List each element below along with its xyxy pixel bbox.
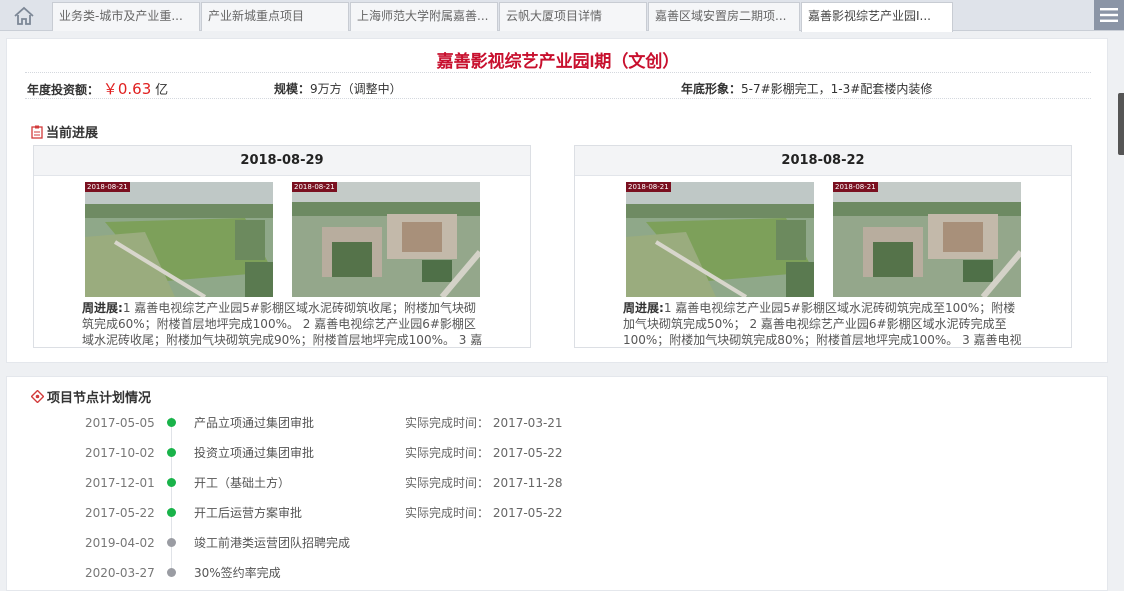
weekly-progress-label: 周进展:: [623, 301, 664, 315]
menu-button-overlay[interactable]: [1094, 0, 1124, 30]
tab-label: 云帆大厦项目详情: [506, 9, 603, 23]
investment-unit: 亿: [155, 83, 169, 98]
site-photo[interactable]: 2018-08-21: [833, 182, 1021, 297]
tab-bar: 业务类-城市及产业重... 产业新城重点项目 上海师范大学附属嘉善... 云帆大…: [0, 0, 1124, 32]
photo-timestamp: 2018-08-21: [626, 182, 671, 192]
tab-yunfan-tower[interactable]: 云帆大厦项目详情: [499, 2, 647, 31]
progress-card-date: 2018-08-22: [575, 146, 1071, 176]
node-done-dot: [167, 508, 176, 517]
node-label: 开工（基础土方）: [194, 476, 291, 490]
weekly-progress-text: 周进展:1 嘉善电视综艺产业园5#影棚区域水泥砖砌筑收尾；附楼加气块砌筑完成60…: [82, 300, 484, 347]
progress-card: 2018-08-22 2018-08-21 2018-08-21 周进展:1 嘉…: [574, 145, 1072, 348]
node-label: 30%签约率完成: [194, 566, 281, 580]
tab-label: 嘉善区域安置房二期项...: [655, 9, 787, 23]
timeline-row: 2017-05-22 开工后运营方案审批 实际完成时间： 2017-05-22: [7, 498, 707, 528]
timeline-row: 2019-04-02 竣工前港类运营团队招聘完成: [7, 528, 707, 558]
node-plan-panel: 项目节点计划情况 2017-05-05 产品立项通过集团审批 实际完成时间： 201…: [6, 376, 1108, 591]
timeline-row: 2017-05-05 产品立项通过集团审批 实际完成时间： 2017-03-21: [7, 408, 707, 438]
tab-resettlement-housing[interactable]: 嘉善区域安置房二期项...: [648, 2, 800, 31]
year-end-info: 年底形象：5-7#影棚完工，1-3#配套楼内装修: [681, 80, 932, 97]
timeline-row: 2017-12-01 开工（基础土方） 实际完成时间： 2017-11-28: [7, 468, 707, 498]
node-actual-date: 实际完成时间： 2017-05-22: [405, 506, 563, 520]
plan-section-title: 项目节点计划情况: [31, 387, 151, 406]
node-actual-date: 实际完成时间： 2017-11-28: [405, 476, 563, 490]
node-planned-date: 2019-04-02: [85, 536, 155, 550]
investment-value: ￥0.63: [102, 80, 152, 98]
node-actual-date: 实际完成时间： 2017-03-21: [405, 416, 563, 430]
node-plan-icon: [31, 390, 44, 403]
tab-label: 产业新城重点项目: [208, 9, 305, 23]
progress-card-date: 2018-08-29: [34, 146, 530, 176]
node-label: 投资立项通过集团审批: [194, 446, 315, 460]
divider: [25, 72, 1091, 73]
tab-city-industry[interactable]: 业务类-城市及产业重...: [52, 2, 200, 31]
year-end-label: 年底形象：: [681, 82, 742, 96]
weekly-progress-body: 1 嘉善电视综艺产业园5#影棚区域水泥砖砌筑完成至100%；附楼加气块砌筑完成5…: [623, 301, 1022, 347]
clipboard-icon: [31, 125, 43, 139]
node-label: 竣工前港类运营团队招聘完成: [194, 536, 351, 550]
tab-key-projects[interactable]: 产业新城重点项目: [201, 2, 349, 31]
node-actual-date: 实际完成时间： 2017-05-22: [405, 446, 563, 460]
scale-info: 规模：9万方（调整中）: [274, 80, 402, 97]
project-overview-panel: 嘉善影视综艺产业园I期（文创） 年度投资额： ￥0.63 亿 规模：9万方（调整…: [6, 38, 1108, 363]
hamburger-menu-icon: [1100, 8, 1118, 22]
investment-label: 年度投资额：: [27, 83, 100, 97]
site-photo[interactable]: 2018-08-21: [626, 182, 814, 297]
tab-label: 业务类-城市及产业重...: [59, 9, 183, 23]
node-planned-date: 2017-12-01: [85, 476, 155, 490]
scale-value: 9万方（调整中）: [310, 82, 402, 96]
year-end-value: 5-7#影棚完工，1-3#配套楼内装修: [741, 82, 933, 96]
site-photo[interactable]: 2018-08-21: [292, 182, 480, 297]
node-done-dot: [167, 448, 176, 457]
divider: [25, 98, 1091, 99]
investment-info: 年度投资额： ￥0.63 亿: [27, 78, 168, 99]
site-photo-image: [626, 182, 814, 297]
site-photo-image: [292, 182, 480, 297]
tab-shnu-school[interactable]: 上海师范大学附属嘉善...: [350, 2, 498, 31]
scale-label: 规模：: [274, 82, 311, 96]
node-planned-date: 2017-05-05: [85, 416, 155, 430]
home-icon: [14, 6, 34, 25]
site-photo-image: [85, 182, 273, 297]
node-planned-date: 2017-10-02: [85, 446, 155, 460]
node-planned-date: 2017-05-22: [85, 506, 155, 520]
photo-timestamp: 2018-08-21: [833, 182, 878, 192]
progress-section-title: 当前进展: [31, 122, 98, 141]
site-photo[interactable]: 2018-08-21: [85, 182, 273, 297]
node-label: 开工后运营方案审批: [194, 506, 303, 520]
page-title: 嘉善影视综艺产业园I期（文创）: [436, 52, 680, 71]
node-label: 产品立项通过集团审批: [194, 416, 315, 430]
timeline-row: 2017-10-02 投资立项通过集团审批 实际完成时间： 2017-05-22: [7, 438, 707, 468]
weekly-progress-text: 周进展:1 嘉善电视综艺产业园5#影棚区域水泥砖砌筑完成至100%；附楼加气块砌…: [623, 300, 1025, 347]
tab-film-park[interactable]: 嘉善影视综艺产业园I...: [801, 2, 953, 32]
node-done-dot: [167, 478, 176, 487]
photo-timestamp: 2018-08-21: [85, 182, 130, 192]
plan-section-label: 项目节点计划情况: [47, 391, 152, 406]
node-pending-dot: [167, 538, 176, 547]
progress-section-label: 当前进展: [46, 126, 99, 141]
photo-timestamp: 2018-08-21: [292, 182, 337, 192]
tab-label: 嘉善影视综艺产业园I...: [808, 9, 931, 23]
timeline-row: 2020-03-27 30%签约率完成: [7, 558, 707, 588]
node-pending-dot: [167, 568, 176, 577]
tab-label: 上海师范大学附属嘉善...: [357, 9, 489, 23]
node-done-dot: [167, 418, 176, 427]
node-planned-date: 2020-03-27: [85, 566, 155, 580]
side-scroll-handle[interactable]: [1118, 93, 1124, 155]
progress-card: 2018-08-29 2018-08-21 2018-08-21 周进展:1 嘉…: [33, 145, 531, 348]
weekly-progress-label: 周进展:: [82, 301, 123, 315]
home-button[interactable]: [0, 0, 48, 31]
site-photo-image: [833, 182, 1021, 297]
weekly-progress-body: 1 嘉善电视综艺产业园5#影棚区域水泥砖砌筑收尾；附楼加气块砌筑完成60%；附楼…: [82, 301, 483, 347]
